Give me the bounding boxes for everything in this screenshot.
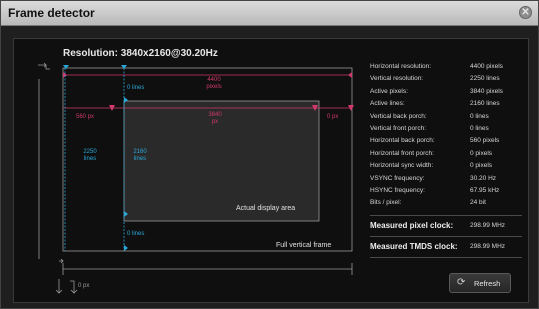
refresh-icon: ⟳ [457, 277, 466, 288]
sync-arrow-right [70, 280, 78, 294]
v-front-porch-label: 0 lines [127, 231, 145, 237]
full-frame-label: Full vertical frame [276, 242, 332, 249]
stat-row: VSYNC frequency: 30.20 Hz [370, 174, 497, 182]
stat-row: Vertical resolution: 2250 lines [370, 75, 500, 83]
tmds-clock-row: Measured TMDS clock: 298.99 MHz [370, 241, 506, 251]
stats-list: Horizontal resolution: 4400 pixels Vertic… [370, 63, 522, 261]
close-icon[interactable]: ✕ [519, 6, 532, 19]
stat-row: Horizontal sync width: 0 pixels [370, 162, 493, 170]
h-sync-label: 0 px [78, 283, 90, 289]
h-front-porch-label: 0 px [327, 114, 339, 120]
v-total-label: 2250 lines [83, 149, 97, 162]
stat-row: Horizontal resolution: 4400 pixels [370, 63, 503, 70]
divider [370, 256, 522, 258]
title-bar: Frame detector ✕ [1, 1, 538, 26]
stat-row: Active lines: 2160 lines [370, 100, 500, 108]
h-back-porch-label: 560 px [76, 114, 95, 120]
v-active-label: 2160 lines [133, 149, 147, 162]
refresh-button[interactable]: ⟳ Refresh [449, 273, 511, 293]
stat-row: Active pixels: 3840 pixels [370, 87, 503, 95]
frame-detector-window: Frame detector ✕ Resolution: 3840x2160@3… [0, 0, 539, 309]
h-total-arrow-right [348, 72, 352, 78]
stat-row: Vertical back porch: 0 lines [370, 112, 489, 120]
v-back-porch-label: 0 lines [127, 85, 145, 91]
sync-arrow-left [55, 279, 63, 294]
stat-row: Horizontal front porch: 0 pixels [370, 149, 493, 157]
stat-row: Bits / pixel: 24 bit [370, 199, 486, 207]
timing-diagram [38, 62, 354, 294]
v-front-porch-marker-b [124, 245, 128, 251]
divider [370, 214, 522, 216]
active-area-label: Actual display area [236, 205, 296, 212]
stat-row: Vertical front porch: 0 lines [370, 124, 489, 132]
h-active-label: 3840 px [208, 112, 222, 125]
stat-row: HSYNC frequency: 67.95 kHz [370, 186, 500, 194]
frame-panel: Resolution: 3840x2160@30.20Hz 4400 pixel… [13, 38, 529, 303]
stat-row: Horizontal back porch: 560 pixels [370, 137, 500, 145]
divider [370, 235, 522, 237]
bottom-ruler-arrow [59, 258, 64, 264]
pixel-clock-row: Measured pixel clock: 298.99 MHz [370, 220, 506, 230]
window-title: Frame detector [8, 6, 95, 20]
h-total-label: 4400 pixels [206, 77, 222, 90]
